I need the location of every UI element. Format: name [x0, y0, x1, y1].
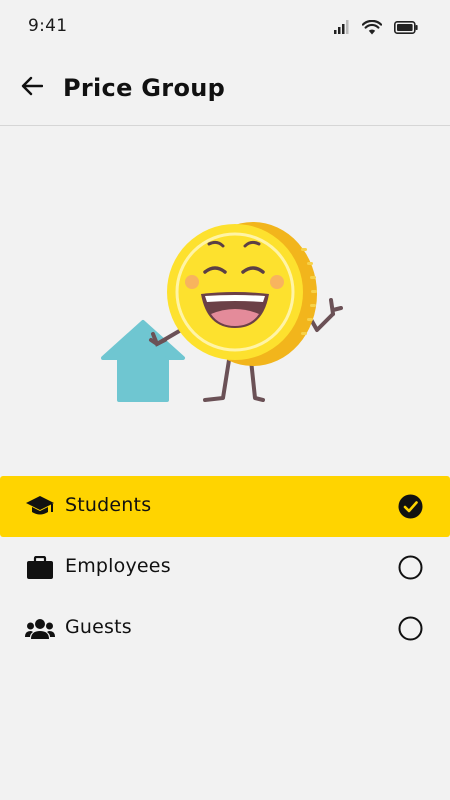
option-label: Students: [65, 494, 152, 516]
back-button[interactable]: [16, 72, 48, 104]
battery-icon: [394, 20, 418, 34]
signal-icon: [334, 20, 350, 34]
option-students[interactable]: Students: [0, 476, 450, 537]
option-label: Guests: [65, 616, 132, 638]
radio-unchecked-icon[interactable]: [398, 555, 423, 580]
status-icons: [334, 19, 418, 35]
option-label: Employees: [65, 555, 171, 577]
price-group-options: Students Employees Guests: [0, 476, 450, 659]
page-title: Price Group: [63, 74, 226, 102]
group-icon: [25, 615, 55, 643]
arrow-left-icon: [21, 76, 44, 100]
briefcase-icon: [25, 554, 55, 582]
graduation-cap-icon: [25, 493, 55, 521]
option-guests[interactable]: Guests: [0, 598, 450, 659]
option-employees[interactable]: Employees: [0, 537, 450, 598]
app-bar: Price Group: [0, 52, 450, 126]
radio-unchecked-icon[interactable]: [398, 616, 423, 641]
status-bar: 9:41: [0, 0, 450, 52]
wifi-icon: [362, 19, 382, 35]
happy-coin-illustration: [95, 210, 355, 420]
status-time: 9:41: [28, 16, 68, 36]
check-circle-icon[interactable]: [398, 494, 423, 519]
